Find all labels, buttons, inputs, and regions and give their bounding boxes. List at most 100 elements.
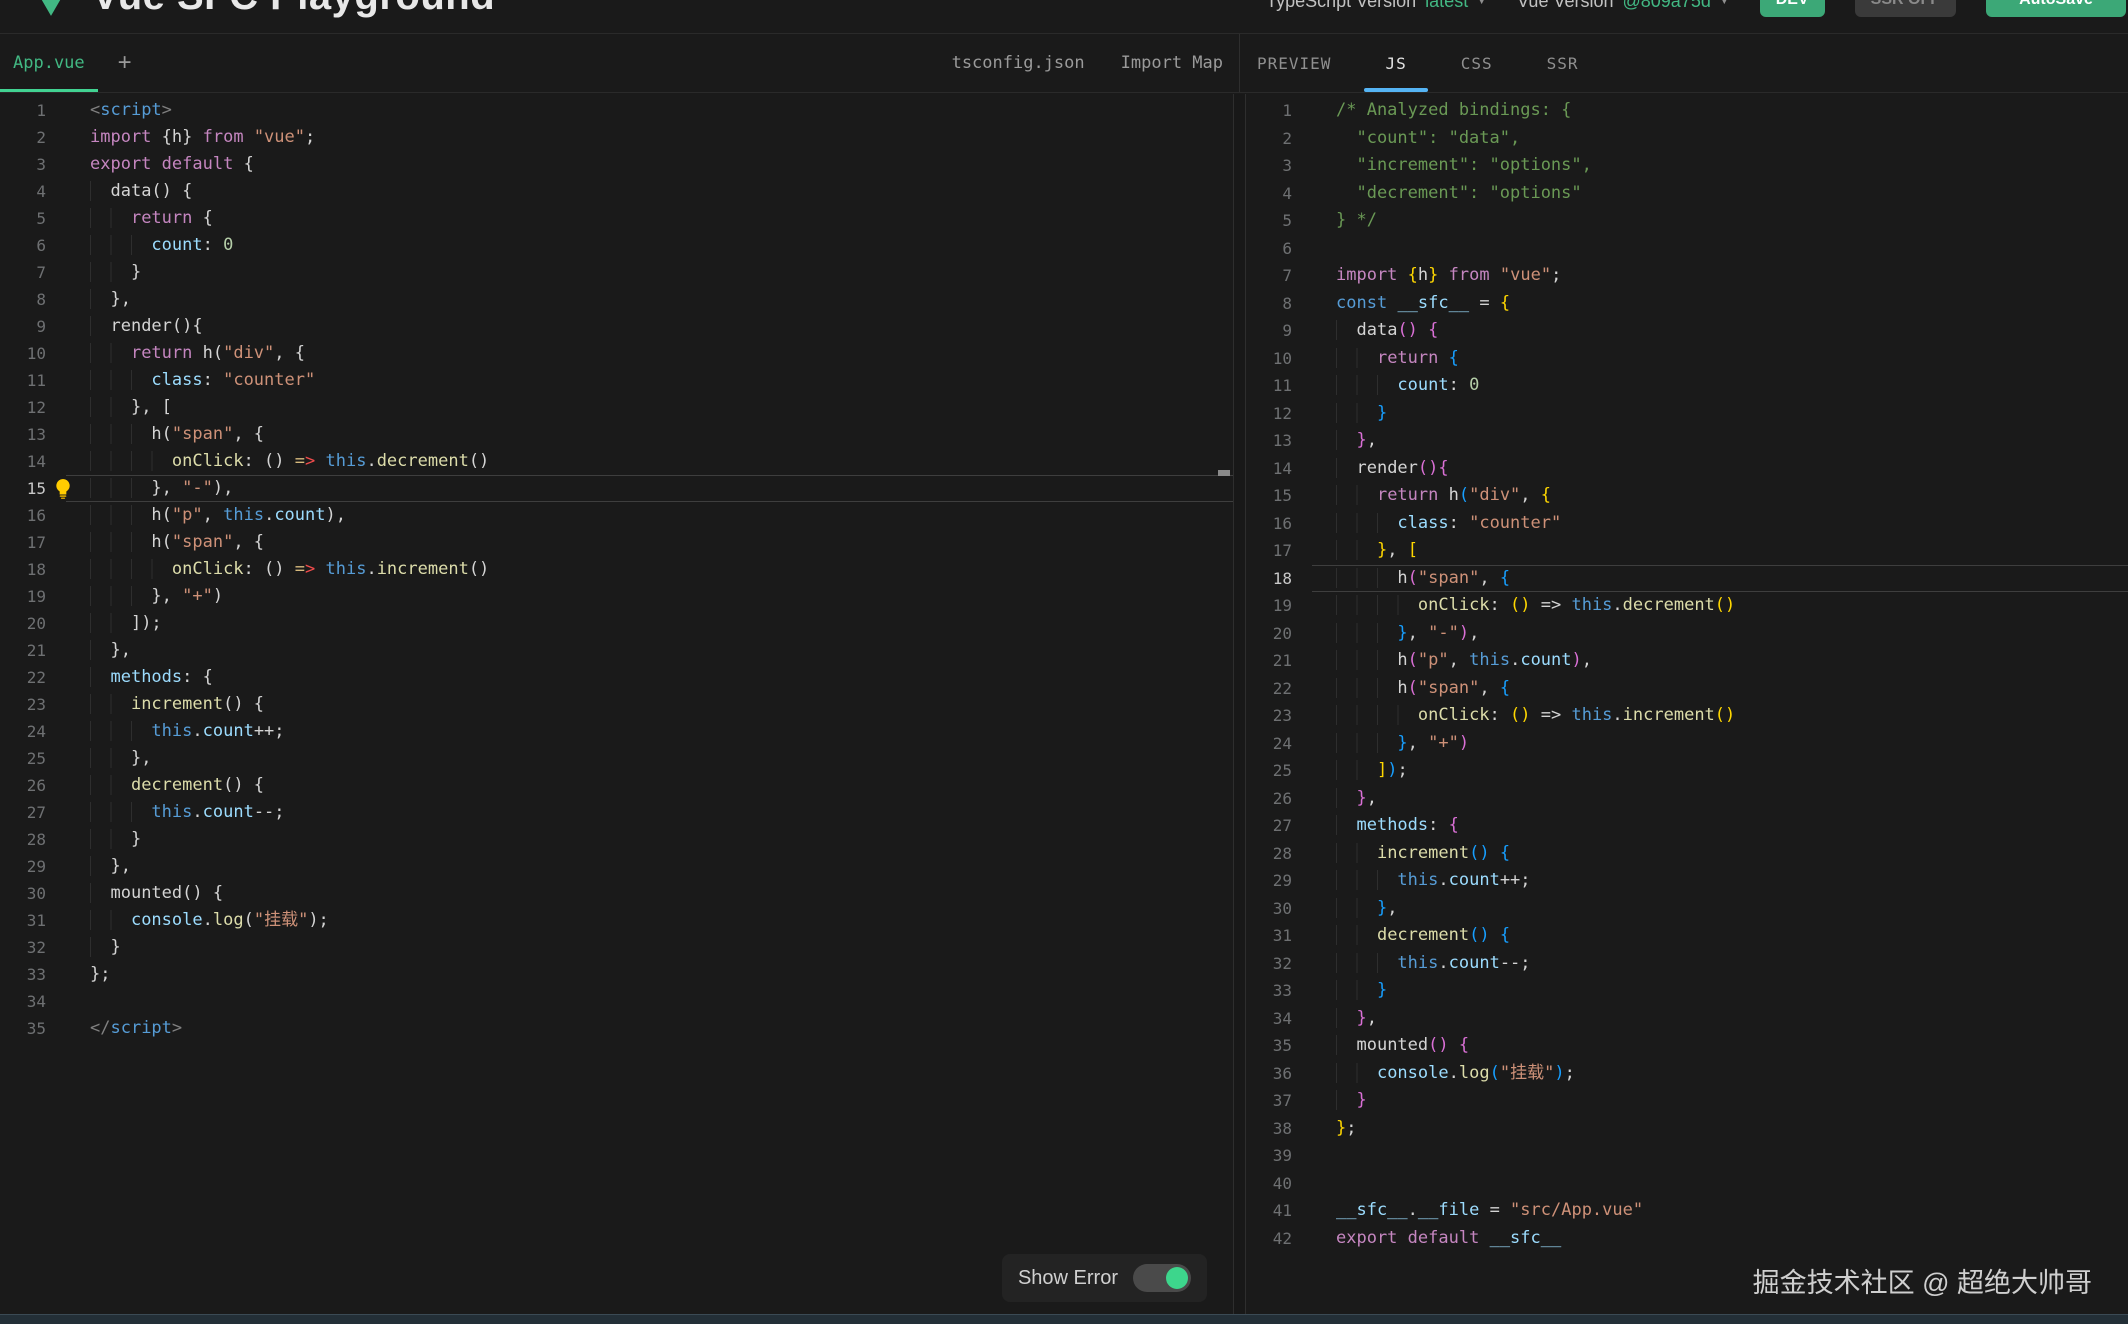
code-line[interactable]: 32 } bbox=[0, 934, 1233, 961]
code-line[interactable]: 28 increment() { bbox=[1246, 840, 2128, 868]
code-line[interactable]: 16 class: "counter" bbox=[1246, 510, 2128, 538]
tab-import-map[interactable]: Import Map bbox=[1121, 34, 1223, 92]
add-file-button[interactable]: + bbox=[98, 34, 152, 92]
code-line[interactable]: 23 increment() { bbox=[0, 691, 1233, 718]
code-line[interactable]: 22 methods: { bbox=[0, 664, 1233, 691]
code-line[interactable]: 41__sfc__.__file = "src/App.vue" bbox=[1246, 1197, 2128, 1225]
code-line[interactable]: 15 return h("div", { bbox=[1246, 482, 2128, 510]
code-line[interactable]: 6 bbox=[1246, 235, 2128, 263]
code-line[interactable]: 29 this.count++; bbox=[1246, 867, 2128, 895]
code-line[interactable]: 40 bbox=[1246, 1170, 2128, 1198]
code-line[interactable]: 2import {h} from "vue"; bbox=[0, 124, 1233, 151]
typescript-version-select[interactable]: TypeScript Version latest ▼ bbox=[1266, 0, 1487, 12]
code-line[interactable]: 3export default { bbox=[0, 151, 1233, 178]
code-line[interactable]: 15 }, "-"), bbox=[0, 475, 1233, 502]
code-line[interactable]: 14 render(){ bbox=[1246, 455, 2128, 483]
code-line[interactable]: 4 "decrement": "options" bbox=[1246, 180, 2128, 208]
code-line[interactable]: 26 decrement() { bbox=[0, 772, 1233, 799]
code-line[interactable]: 13 }, bbox=[1246, 427, 2128, 455]
code-line[interactable]: 18 h("span", { bbox=[1246, 565, 2128, 593]
code-line[interactable]: 19 onClick: () => this.decrement() bbox=[1246, 592, 2128, 620]
code-line[interactable]: 36 console.log("挂载"); bbox=[1246, 1060, 2128, 1088]
dev-mode-button[interactable]: DEV bbox=[1760, 0, 1825, 17]
code-line[interactable]: 24 }, "+") bbox=[1246, 730, 2128, 758]
code-line[interactable]: 3 "increment": "options", bbox=[1246, 152, 2128, 180]
lightbulb-icon[interactable] bbox=[46, 475, 80, 502]
code-line[interactable]: 27 this.count--; bbox=[0, 799, 1233, 826]
code-line[interactable]: 8 }, bbox=[0, 286, 1233, 313]
code-line[interactable]: 37 } bbox=[1246, 1087, 2128, 1115]
js-output-panel[interactable]: 1/* Analyzed bindings: {2 "count": "data… bbox=[1246, 94, 2128, 1314]
code-line[interactable]: 10 return h("div", { bbox=[0, 340, 1233, 367]
code-line[interactable]: 9 data() { bbox=[1246, 317, 2128, 345]
code-line[interactable]: 10 return { bbox=[1246, 345, 2128, 373]
code-line[interactable]: 21 }, bbox=[0, 637, 1233, 664]
code-line[interactable]: 12 }, [ bbox=[0, 394, 1233, 421]
code-line[interactable]: 13 h("span", { bbox=[0, 421, 1233, 448]
code-line[interactable]: 12 } bbox=[1246, 400, 2128, 428]
code-line[interactable]: 7import {h} from "vue"; bbox=[1246, 262, 2128, 290]
source-editor-panel[interactable]: 1<script>2import {h} from "vue";3export … bbox=[0, 94, 1234, 1314]
code-line[interactable]: 29 }, bbox=[0, 853, 1233, 880]
code-line[interactable]: 24 this.count++; bbox=[0, 718, 1233, 745]
code-line[interactable]: 21 h("p", this.count), bbox=[1246, 647, 2128, 675]
code-line[interactable]: 20 }, "-"), bbox=[1246, 620, 2128, 648]
tab-js[interactable]: JS bbox=[1385, 34, 1406, 92]
ssr-toggle-button[interactable]: SSR OFF bbox=[1855, 0, 1956, 17]
code-line[interactable]: 31 console.log("挂载"); bbox=[0, 907, 1233, 934]
code-line[interactable]: 11 class: "counter" bbox=[0, 367, 1233, 394]
code-line[interactable]: 1/* Analyzed bindings: { bbox=[1246, 97, 2128, 125]
code-text: } */ bbox=[1326, 207, 2128, 235]
code-line[interactable]: 32 this.count--; bbox=[1246, 950, 2128, 978]
tab-preview[interactable]: PREVIEW bbox=[1257, 34, 1331, 92]
code-line[interactable]: 33}; bbox=[0, 961, 1233, 988]
code-line[interactable]: 6 count: 0 bbox=[0, 232, 1233, 259]
code-line[interactable]: 39 bbox=[1246, 1142, 2128, 1170]
tab-tsconfig-json[interactable]: tsconfig.json bbox=[952, 34, 1085, 92]
js-output-viewer[interactable]: 1/* Analyzed bindings: {2 "count": "data… bbox=[1246, 94, 2128, 1252]
code-line[interactable]: 23 onClick: () => this.increment() bbox=[1246, 702, 2128, 730]
source-code-editor[interactable]: 1<script>2import {h} from "vue";3export … bbox=[0, 94, 1233, 1042]
code-line[interactable]: 38}; bbox=[1246, 1115, 2128, 1143]
autosave-button[interactable]: AutoSave bbox=[1986, 0, 2126, 17]
code-line[interactable]: 5} */ bbox=[1246, 207, 2128, 235]
code-line[interactable]: 35</script> bbox=[0, 1015, 1233, 1042]
code-line[interactable]: 30 }, bbox=[1246, 895, 2128, 923]
tab-ssr[interactable]: SSR bbox=[1547, 34, 1579, 92]
code-line[interactable]: 34 bbox=[0, 988, 1233, 1015]
code-line[interactable]: 14 onClick: () => this.decrement() bbox=[0, 448, 1233, 475]
brand-link[interactable]: Vue SFC Playground bbox=[28, 0, 495, 19]
code-line[interactable]: 8const __sfc__ = { bbox=[1246, 290, 2128, 318]
code-line[interactable]: 17 h("span", { bbox=[0, 529, 1233, 556]
code-line[interactable]: 18 onClick: () => this.increment() bbox=[0, 556, 1233, 583]
code-line[interactable]: 1<script> bbox=[0, 97, 1233, 124]
code-line[interactable]: 4 data() { bbox=[0, 178, 1233, 205]
code-line[interactable]: 27 methods: { bbox=[1246, 812, 2128, 840]
code-line[interactable]: 31 decrement() { bbox=[1246, 922, 2128, 950]
tab-css[interactable]: CSS bbox=[1461, 34, 1493, 92]
code-line[interactable]: 16 h("p", this.count), bbox=[0, 502, 1233, 529]
gutter-decoration bbox=[1292, 785, 1326, 813]
code-line[interactable]: 26 }, bbox=[1246, 785, 2128, 813]
code-line[interactable]: 30 mounted() { bbox=[0, 880, 1233, 907]
vue-version-select[interactable]: Vue Version @809a75d ▼ bbox=[1517, 0, 1730, 12]
code-line[interactable]: 22 h("span", { bbox=[1246, 675, 2128, 703]
code-line[interactable]: 11 count: 0 bbox=[1246, 372, 2128, 400]
code-line[interactable]: 28 } bbox=[0, 826, 1233, 853]
code-line[interactable]: 33 } bbox=[1246, 977, 2128, 1005]
code-line[interactable]: 34 }, bbox=[1246, 1005, 2128, 1033]
code-line[interactable]: 35 mounted() { bbox=[1246, 1032, 2128, 1060]
code-line[interactable]: 25 }, bbox=[0, 745, 1233, 772]
panel-resize-divider[interactable] bbox=[1234, 94, 1246, 1314]
tab-app-vue[interactable]: App.vue bbox=[0, 34, 98, 92]
code-line[interactable]: 9 render(){ bbox=[0, 313, 1233, 340]
code-line[interactable]: 7 } bbox=[0, 259, 1233, 286]
code-line[interactable]: 19 }, "+") bbox=[0, 583, 1233, 610]
code-line[interactable]: 5 return { bbox=[0, 205, 1233, 232]
code-line[interactable]: 25 ]); bbox=[1246, 757, 2128, 785]
show-error-toggle[interactable] bbox=[1133, 1264, 1191, 1292]
code-line[interactable]: 20 ]); bbox=[0, 610, 1233, 637]
code-line[interactable]: 17 }, [ bbox=[1246, 537, 2128, 565]
code-line[interactable]: 42export default __sfc__ bbox=[1246, 1225, 2128, 1253]
code-line[interactable]: 2 "count": "data", bbox=[1246, 125, 2128, 153]
